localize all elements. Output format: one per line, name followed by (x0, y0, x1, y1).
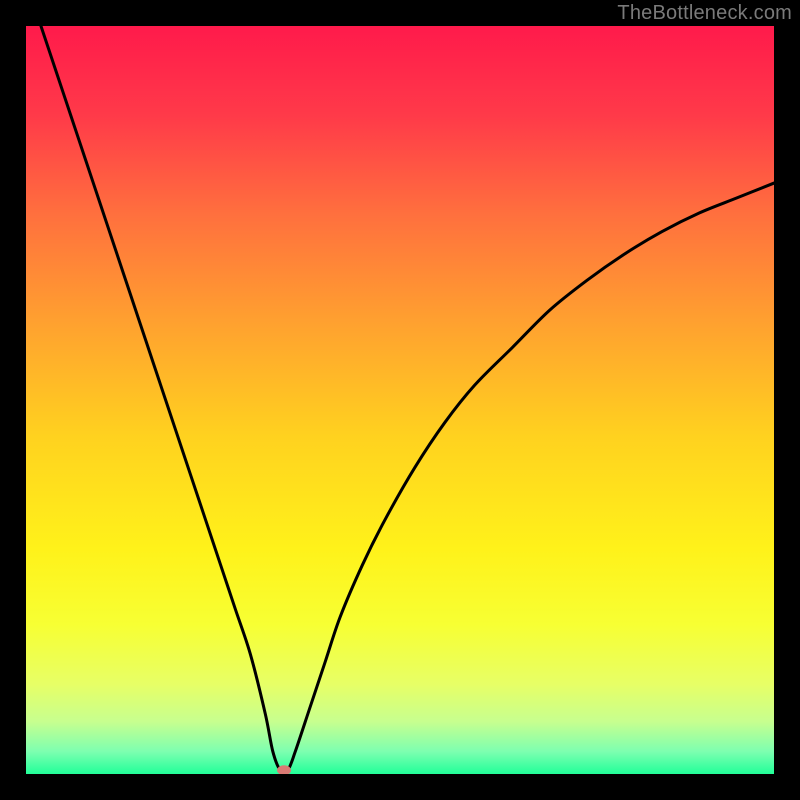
plot-area (26, 26, 774, 774)
plot-svg (26, 26, 774, 774)
chart-frame: TheBottleneck.com (0, 0, 800, 800)
gradient-background (26, 26, 774, 774)
watermark-text: TheBottleneck.com (617, 2, 792, 25)
